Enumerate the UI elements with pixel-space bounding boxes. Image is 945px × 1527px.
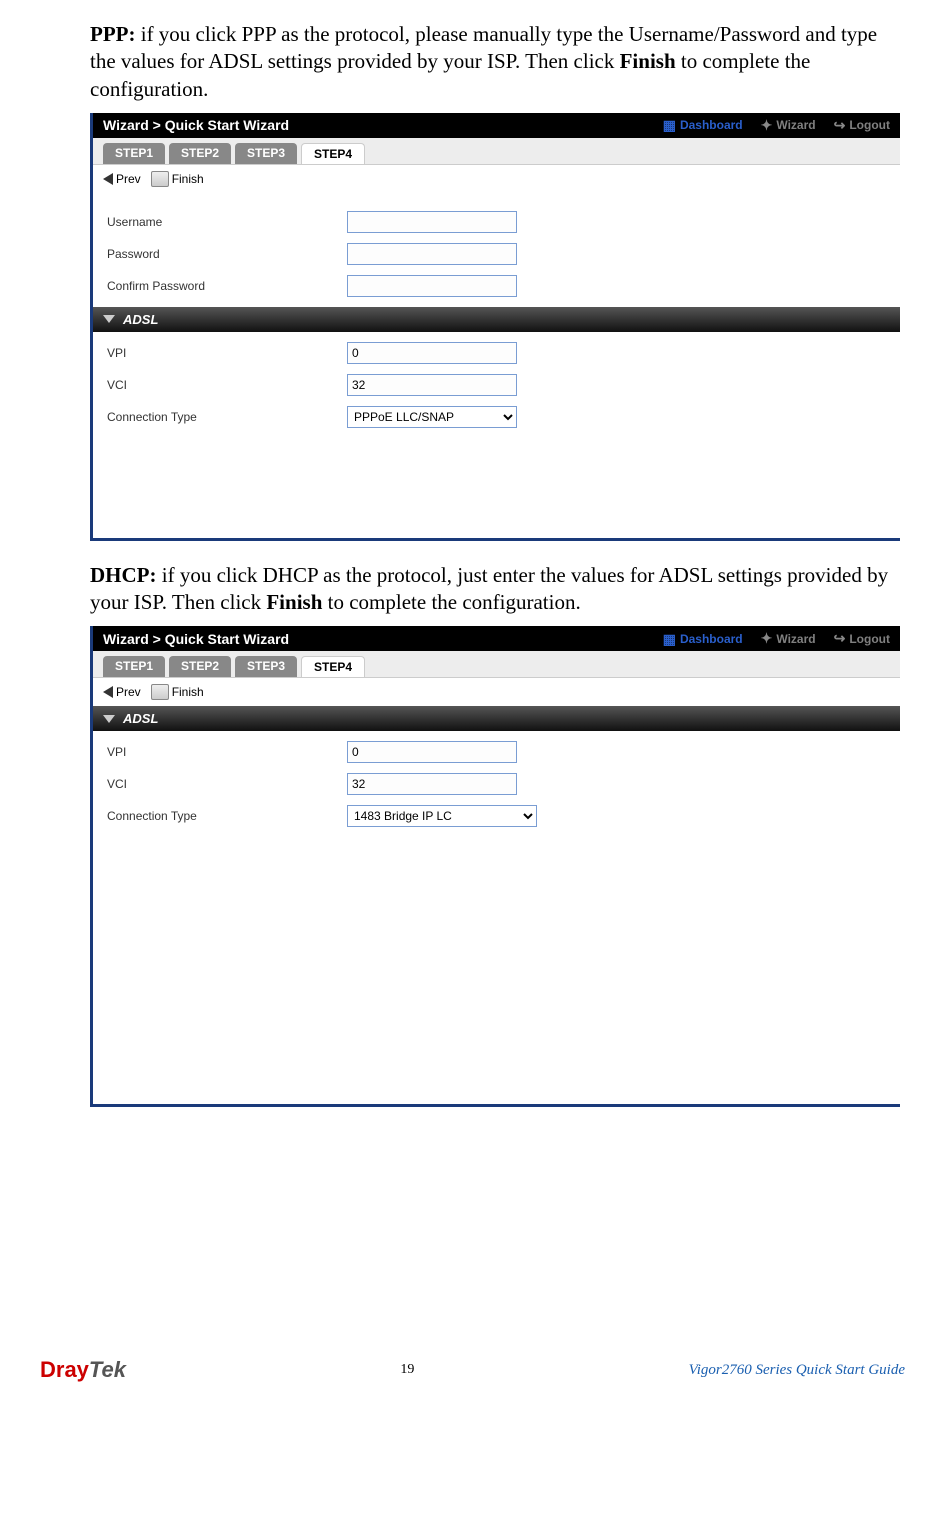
wizard-link[interactable]: ✦Wizard <box>761 117 816 134</box>
vci-row: VCI <box>107 374 886 396</box>
finish-icon <box>151 171 169 187</box>
confirm-row: Confirm Password <box>107 275 886 297</box>
dhcp-label: DHCP: <box>90 563 157 587</box>
wizard-body: Username Password Confirm Password ADSL … <box>93 193 900 538</box>
tab-step4[interactable]: STEP4 <box>301 143 365 164</box>
page-footer: DrayTek 19 Vigor2760 Series Quick Start … <box>30 1357 915 1403</box>
logout-icon: ↪ <box>834 117 846 134</box>
finish-icon <box>151 684 169 700</box>
grid-icon: ▦ <box>663 632 676 646</box>
wizard-title: Wizard > Quick Start Wizard <box>103 117 289 133</box>
guide-title: Vigor2760 Series Quick Start Guide <box>689 1362 905 1379</box>
chevron-down-icon <box>103 715 115 723</box>
logout-icon: ↪ <box>834 630 846 647</box>
vpi-label: VPI <box>107 346 347 360</box>
finish-button[interactable]: Finish <box>151 171 204 187</box>
adsl-section-bar[interactable]: ADSL <box>93 307 900 332</box>
vpi-row: VPI <box>107 741 886 763</box>
username-input[interactable] <box>347 211 517 233</box>
page-number: 19 <box>400 1362 414 1378</box>
password-input[interactable] <box>347 243 517 265</box>
arrow-left-icon <box>103 686 113 698</box>
wand-icon: ✦ <box>761 117 773 134</box>
wizard-screenshot-dhcp: Wizard > Quick Start Wizard ▦Dashboard ✦… <box>90 626 900 1107</box>
wand-icon: ✦ <box>761 630 773 647</box>
tab-step1[interactable]: STEP1 <box>103 143 165 164</box>
header-nav: ▦Dashboard ✦Wizard ↪Logout <box>663 117 890 134</box>
step-tabs: STEP1 STEP2 STEP3 STEP4 <box>93 138 900 164</box>
confirm-label: Confirm Password <box>107 279 347 293</box>
vpi-input[interactable] <box>347 741 517 763</box>
confirm-input[interactable] <box>347 275 517 297</box>
username-row: Username <box>107 211 886 233</box>
tab-step2[interactable]: STEP2 <box>169 143 231 164</box>
wizard-body: ADSL VPI VCI Connection Type 1483 Bridge… <box>93 706 900 1104</box>
logout-link[interactable]: ↪Logout <box>834 117 890 134</box>
prev-button[interactable]: Prev <box>103 172 141 186</box>
instruction-dhcp: DHCP: if you click DHCP as the protocol,… <box>90 562 900 617</box>
wizard-toolbar: Prev Finish <box>93 677 900 706</box>
vci-row: VCI <box>107 773 886 795</box>
vpi-label: VPI <box>107 745 347 759</box>
finish-button[interactable]: Finish <box>151 684 204 700</box>
wizard-header: Wizard > Quick Start Wizard ▦Dashboard ✦… <box>93 626 900 651</box>
header-nav: ▦Dashboard ✦Wizard ↪Logout <box>663 630 890 647</box>
vci-label: VCI <box>107 378 347 392</box>
ctype-row: Connection Type PPPoE LLC/SNAP <box>107 406 886 428</box>
wizard-header: Wizard > Quick Start Wizard ▦Dashboard ✦… <box>93 113 900 138</box>
dashboard-link[interactable]: ▦Dashboard <box>663 118 743 132</box>
wizard-link[interactable]: ✦Wizard <box>761 630 816 647</box>
tab-step2[interactable]: STEP2 <box>169 656 231 677</box>
password-label: Password <box>107 247 347 261</box>
vci-input[interactable] <box>347 773 517 795</box>
instruction-ppp: PPP: if you click PPP as the protocol, p… <box>90 21 900 103</box>
grid-icon: ▦ <box>663 118 676 132</box>
dhcp-text2: to complete the configuration. <box>322 590 580 614</box>
adsl-label: ADSL <box>123 711 158 726</box>
logo-dray: Dray <box>40 1357 89 1382</box>
step-tabs: STEP1 STEP2 STEP3 STEP4 <box>93 651 900 677</box>
ctype-label: Connection Type <box>107 410 347 424</box>
vpi-row: VPI <box>107 342 886 364</box>
ctype-select[interactable]: 1483 Bridge IP LC <box>347 805 537 827</box>
logout-link[interactable]: ↪Logout <box>834 630 890 647</box>
prev-button[interactable]: Prev <box>103 685 141 699</box>
dhcp-finish: Finish <box>266 590 322 614</box>
wizard-screenshot-ppp: Wizard > Quick Start Wizard ▦Dashboard ✦… <box>90 113 900 541</box>
logo-tek: Tek <box>89 1357 126 1382</box>
tab-step3[interactable]: STEP3 <box>235 656 297 677</box>
wizard-title: Wizard > Quick Start Wizard <box>103 631 289 647</box>
wizard-toolbar: Prev Finish <box>93 164 900 193</box>
tab-step3[interactable]: STEP3 <box>235 143 297 164</box>
arrow-left-icon <box>103 173 113 185</box>
vpi-input[interactable] <box>347 342 517 364</box>
dashboard-link[interactable]: ▦Dashboard <box>663 632 743 646</box>
password-row: Password <box>107 243 886 265</box>
vci-label: VCI <box>107 777 347 791</box>
adsl-label: ADSL <box>123 312 158 327</box>
tab-step4[interactable]: STEP4 <box>301 656 365 677</box>
ctype-select[interactable]: PPPoE LLC/SNAP <box>347 406 517 428</box>
ppp-finish: Finish <box>620 49 676 73</box>
logo: DrayTek <box>40 1357 126 1383</box>
tab-step1[interactable]: STEP1 <box>103 656 165 677</box>
chevron-down-icon <box>103 315 115 323</box>
vci-input[interactable] <box>347 374 517 396</box>
ppp-label: PPP: <box>90 22 135 46</box>
ctype-row: Connection Type 1483 Bridge IP LC <box>107 805 886 827</box>
adsl-section-bar[interactable]: ADSL <box>93 706 900 731</box>
ctype-label: Connection Type <box>107 809 347 823</box>
username-label: Username <box>107 215 347 229</box>
